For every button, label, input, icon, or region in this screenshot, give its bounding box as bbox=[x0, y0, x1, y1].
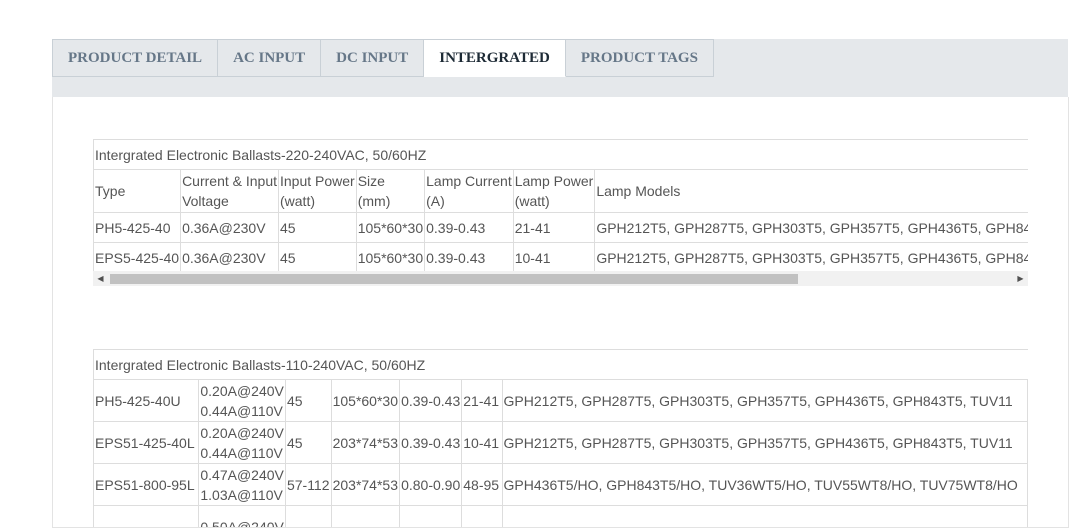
header-current-input-voltage: Current & InputVoltage bbox=[181, 170, 279, 213]
header-lamp-current: Lamp Current(A) bbox=[425, 170, 514, 213]
header-lamp-models: Lamp Models bbox=[595, 170, 1028, 213]
scrollbar-thumb[interactable] bbox=[110, 274, 798, 284]
tab-panel: Intergrated Electronic Ballasts-220-240V… bbox=[52, 97, 1069, 528]
tab-bar-container: PRODUCT DETAIL AC INPUT DC INPUT INTERGR… bbox=[52, 39, 1068, 98]
ballast-table-220v: Intergrated Electronic Ballasts-220-240V… bbox=[93, 139, 1028, 271]
cell-size: 105*60*30 bbox=[356, 243, 424, 272]
tab-product-tags[interactable]: PRODUCT TAGS bbox=[566, 39, 714, 77]
table-row: EPS5-425-40 0.36A@230V 45 105*60*30 0.39… bbox=[94, 243, 1029, 272]
table-row: EPS51-425-40L 0.20A@240V0.44A@110V 45 20… bbox=[94, 422, 1028, 464]
cell-lamp-power: 21-41 bbox=[513, 213, 595, 243]
scroll-right-arrow-icon[interactable]: ▶ bbox=[1013, 271, 1028, 286]
cell-lamp-models: GPH212T5, GPH287T5, GPH303T5, GPH357T5, … bbox=[502, 380, 1027, 422]
scroll-left-arrow-icon[interactable]: ◀ bbox=[93, 271, 108, 286]
tab-bar: PRODUCT DETAIL AC INPUT DC INPUT INTERGR… bbox=[52, 39, 714, 77]
tab-product-detail[interactable]: PRODUCT DETAIL bbox=[52, 39, 218, 77]
table-caption-row: Intergrated Electronic Ballasts-110-240V… bbox=[94, 350, 1028, 380]
cell-lamp-models: GPH212T5, GPH287T5, GPH303T5, GPH357T5, … bbox=[595, 243, 1028, 272]
cell-current-voltage: 0.20A@240V0.44A@110V bbox=[199, 380, 286, 422]
cell-lamp-models: GPH212T5, GPH287T5, GPH303T5, GPH357T5, … bbox=[595, 213, 1028, 243]
cell-current-voltage: 0.47A@240V1.03A@110V bbox=[199, 464, 286, 506]
table-caption: Intergrated Electronic Ballasts-220-240V… bbox=[94, 140, 1029, 170]
cell-type: EPS51-425-40L bbox=[94, 422, 199, 464]
table-caption-row: Intergrated Electronic Ballasts-220-240V… bbox=[94, 140, 1029, 170]
cell-size: 105*60*30 bbox=[356, 213, 424, 243]
cell-type: EPS5-425-40 bbox=[94, 243, 181, 272]
cell-lamp-current: 0.39-0.43 bbox=[425, 213, 514, 243]
cell-type: PH5-425-40U bbox=[94, 380, 199, 422]
header-input-power: Input Power(watt) bbox=[279, 170, 357, 213]
cell-lamp-power: 48-95 bbox=[462, 464, 502, 506]
cell-lamp-power: 10-41 bbox=[513, 243, 595, 272]
cell-lamp-power: 10-41 bbox=[462, 422, 502, 464]
cell-current-voltage: 0.36A@230V bbox=[181, 243, 279, 272]
cell-lamp-models: GPH212T5, GPH287T5, GPH303T5, GPH357T5, … bbox=[502, 422, 1027, 464]
header-lamp-power: Lamp Power(watt) bbox=[513, 170, 595, 213]
cell-input-power: 45 bbox=[285, 380, 331, 422]
cell-input-power: 57-112 bbox=[285, 464, 331, 506]
header-type: Type bbox=[94, 170, 181, 213]
cell-input-power: 45 bbox=[285, 422, 331, 464]
cell-type: PH5-425-40 bbox=[94, 213, 181, 243]
cell-lamp-current: 0.39-0.43 bbox=[400, 380, 462, 422]
table2-viewport[interactable]: Intergrated Electronic Ballasts-110-240V… bbox=[93, 349, 1028, 528]
cell-size: 203*74*53 bbox=[331, 464, 400, 506]
cell-type: EPS51-800-95L bbox=[94, 464, 199, 506]
table1-viewport[interactable]: Intergrated Electronic Ballasts-220-240V… bbox=[93, 139, 1028, 271]
table-header-row: Type Current & InputVoltage Input Power(… bbox=[94, 170, 1029, 213]
cell-size: 203*74*53 bbox=[331, 422, 400, 464]
cell-current-voltage: 0.20A@240V0.44A@110V bbox=[199, 422, 286, 464]
cell-lamp-current: 0.80-0.90 bbox=[400, 464, 462, 506]
cell-input-power: 45 bbox=[279, 243, 357, 272]
ballast-table-110-240v: Intergrated Electronic Ballasts-110-240V… bbox=[93, 349, 1028, 528]
table-row: PH5-425-40U 0.20A@240V0.44A@110V 45 105*… bbox=[94, 380, 1028, 422]
tab-ac-input[interactable]: AC INPUT bbox=[218, 39, 321, 77]
header-size: Size(mm) bbox=[356, 170, 424, 213]
cell-lamp-current: 0.39-0.43 bbox=[425, 243, 514, 272]
table-row: PH5-425-40 0.36A@230V 45 105*60*30 0.39-… bbox=[94, 213, 1029, 243]
cell-input-power: 45 bbox=[279, 213, 357, 243]
cell-size: 105*60*30 bbox=[331, 380, 400, 422]
tab-dc-input[interactable]: DC INPUT bbox=[321, 39, 424, 77]
cell-lamp-power: 21-41 bbox=[462, 380, 502, 422]
table-caption: Intergrated Electronic Ballasts-110-240V… bbox=[94, 350, 1028, 380]
table1-horizontal-scrollbar[interactable]: ◀ ▶ bbox=[93, 271, 1028, 286]
cell-current-voltage: 0.36A@230V bbox=[181, 213, 279, 243]
cell-lamp-current: 0.39-0.43 bbox=[400, 422, 462, 464]
table-row: EPS51-800-95L 0.47A@240V1.03A@110V 57-11… bbox=[94, 464, 1028, 506]
cell-lamp-models: GPH436T5/HO, GPH843T5/HO, TUV36WT5/HO, T… bbox=[502, 464, 1027, 506]
tab-intergrated[interactable]: INTERGRATED bbox=[424, 39, 566, 77]
